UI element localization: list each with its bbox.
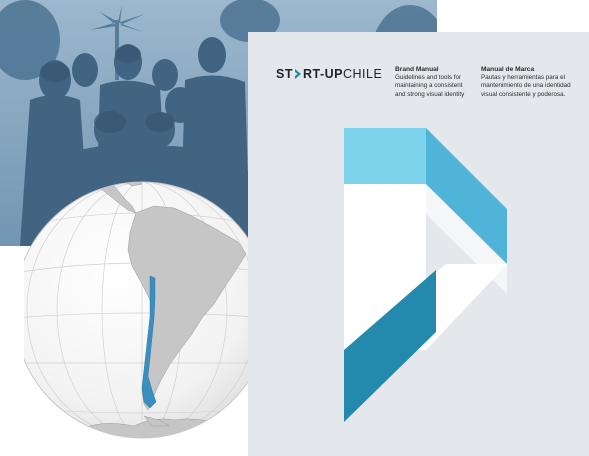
brand-manual-cover: ST RT-UPCHILE Brand Manual Guidelines and… [248,32,589,456]
chevron-mark-graphic [344,128,507,422]
globe-chile-map [24,158,258,450]
